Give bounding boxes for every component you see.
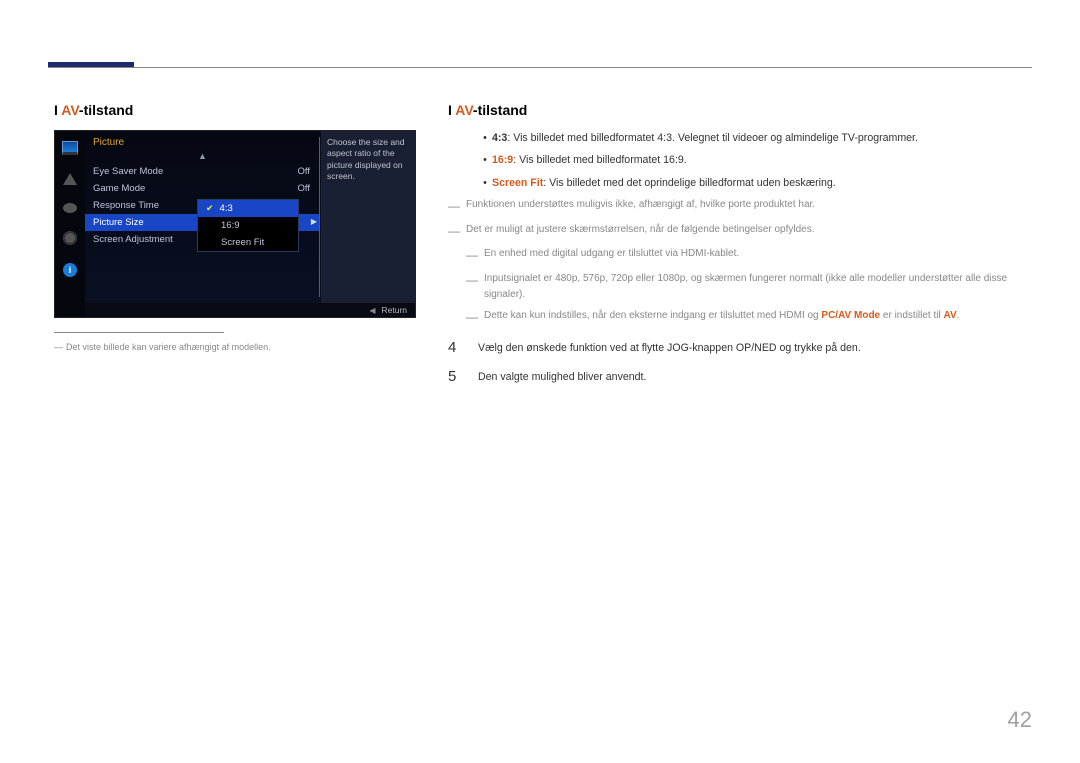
bullet-label: 4:3 xyxy=(492,132,507,144)
image-footnote: ―Det viste billede kan variere afhængigt… xyxy=(54,341,434,355)
osd-item-game-mode[interactable]: Game Mode Off xyxy=(85,180,320,197)
bullet-body: : Vis billedet med billedformatet 16:9. xyxy=(513,154,687,166)
bullet-dot: • xyxy=(478,130,492,146)
info-icon: i xyxy=(63,263,77,277)
osd-popup-label: Screen Fit xyxy=(221,237,264,248)
page-number: 42 xyxy=(1008,707,1032,733)
footnote-divider xyxy=(54,332,224,333)
bullet-text: Screen Fit: Vis billedet med det oprinde… xyxy=(492,175,1032,191)
left-column: I AV-tilstand i Picture ▲ Eye Saver Mode… xyxy=(54,102,434,355)
step-5: 5 Den valgte mulighed bliver anvendt. xyxy=(448,368,1032,385)
bullet-16-9: •16:9: Vis billedet med billedformatet 1… xyxy=(478,152,1032,168)
note-sub-row: ― Dette kan kun indstilles, når den ekst… xyxy=(466,308,1032,327)
arrow-left-icon: ◀ xyxy=(369,306,375,315)
note-row: ―Funktionen understøttes muligvis ikke, … xyxy=(448,197,1032,216)
dash-icon: ― xyxy=(466,308,484,327)
note-tail-av: AV xyxy=(943,310,956,321)
title-suffix: -tilstand xyxy=(473,102,527,118)
osd-popup-item-4-3[interactable]: ✔ 4:3 xyxy=(198,200,298,217)
note-tail-mid: er indstillet til xyxy=(880,310,943,321)
osd-popup-item-16-9[interactable]: 16:9 xyxy=(198,217,298,234)
note-row: ―Det er muligt at justere skærmstørrelse… xyxy=(448,222,1032,241)
header-rule xyxy=(48,67,1032,68)
bullet-body: : Vis billedet med det oprindelige bille… xyxy=(543,177,835,189)
osd-popup-menu: ✔ 4:3 16:9 Screen Fit xyxy=(197,199,299,252)
check-icon: ✔ xyxy=(206,203,214,214)
right-column: I AV-tilstand •4:3: Vis billedet med bil… xyxy=(448,102,1032,385)
osd-popup-label: 4:3 xyxy=(220,203,233,214)
osd-screenshot: i Picture ▲ Eye Saver Mode Off Game Mode O… xyxy=(54,130,416,318)
note-tail-mode: PC/AV Mode xyxy=(821,310,880,321)
osd-sidebar: i xyxy=(55,131,85,317)
osd-item-label: Eye Saver Mode xyxy=(93,166,163,177)
step-text: Den valgte mulighed bliver anvendt. xyxy=(478,368,1032,385)
note-text: En enhed med digital udgang er tilslutte… xyxy=(484,246,1032,265)
bullet-dot: • xyxy=(478,152,492,168)
bullet-text: 4:3: Vis billedet med billedformatet 4:3… xyxy=(492,130,1032,146)
title-suffix: -tilstand xyxy=(79,102,133,118)
bullet-screen-fit: •Screen Fit: Vis billedet med det oprind… xyxy=(478,175,1032,191)
bullet-body: : Vis billedet med billedformatet 4:3. V… xyxy=(507,132,918,144)
bullet-4-3: •4:3: Vis billedet med billedformatet 4:… xyxy=(478,130,1032,146)
dash-icon: ― xyxy=(466,246,484,265)
step-number: 5 xyxy=(448,368,478,385)
triangle-icon xyxy=(63,173,77,185)
dash-icon: ― xyxy=(448,197,466,216)
note-text: Dette kan kun indstilles, når den ekster… xyxy=(484,308,1032,327)
osd-item-value: Off xyxy=(298,166,311,177)
bullet-list: •4:3: Vis billedet med billedformatet 4:… xyxy=(478,130,1032,191)
osd-return-label: Return xyxy=(381,305,407,315)
dash-icon: ― xyxy=(448,222,466,241)
note-tail-pre: Dette kan kun indstilles, når den ekster… xyxy=(484,310,821,321)
osd-item-label: Response Time xyxy=(93,200,159,211)
bullet-text: 16:9: Vis billedet med billedformatet 16… xyxy=(492,152,1032,168)
note-sub-row: ―En enhed med digital udgang er tilslutt… xyxy=(466,246,1032,265)
arrow-up-icon: ▲ xyxy=(85,151,320,163)
osd-footer: ◀ Return xyxy=(85,303,415,317)
osd-help-panel: Choose the size and aspect ratio of the … xyxy=(320,131,415,303)
osd-item-value: Off xyxy=(298,183,311,194)
bullet-dot: • xyxy=(478,175,492,191)
bullet-label: 16:9 xyxy=(492,154,513,166)
note-list: ―Funktionen understøttes muligvis ikke, … xyxy=(448,197,1032,326)
title-av: AV xyxy=(455,102,473,118)
osd-item-label: Game Mode xyxy=(93,183,145,194)
eye-icon xyxy=(63,203,77,213)
note-text: Inputsignalet er 480p, 576p, 720p eller … xyxy=(484,271,1032,302)
step-4: 4 Vælg den ønskede funktion ved at flytt… xyxy=(448,339,1032,356)
osd-item-label: Screen Adjustment xyxy=(93,234,173,245)
step-number: 4 xyxy=(448,339,478,356)
note-text: Funktionen understøttes muligvis ikke, a… xyxy=(466,197,1032,216)
dash-icon: ― xyxy=(466,271,484,302)
osd-menu-title: Picture xyxy=(85,131,320,151)
note-text: Det er muligt at justere skærmstørrelsen… xyxy=(466,222,1032,241)
note-sub-row: ―Inputsignalet er 480p, 576p, 720p eller… xyxy=(466,271,1032,302)
note-tail-end: . xyxy=(957,310,960,321)
section-title-right: I AV-tilstand xyxy=(448,102,1032,118)
gear-icon xyxy=(63,231,77,245)
osd-popup-item-screen-fit[interactable]: Screen Fit xyxy=(198,234,298,251)
step-text: Vælg den ønskede funktion ved at flytte … xyxy=(478,339,1032,356)
bullet-label: Screen Fit xyxy=(492,177,543,189)
title-av: AV xyxy=(61,102,79,118)
osd-item-label: Picture Size xyxy=(93,217,144,228)
monitor-icon xyxy=(62,141,78,155)
osd-popup-label: 16:9 xyxy=(221,220,240,231)
section-title-left: I AV-tilstand xyxy=(54,102,434,118)
osd-item-eye-saver[interactable]: Eye Saver Mode Off xyxy=(85,163,320,180)
footnote-text: Det viste billede kan variere afhængigt … xyxy=(66,342,271,352)
